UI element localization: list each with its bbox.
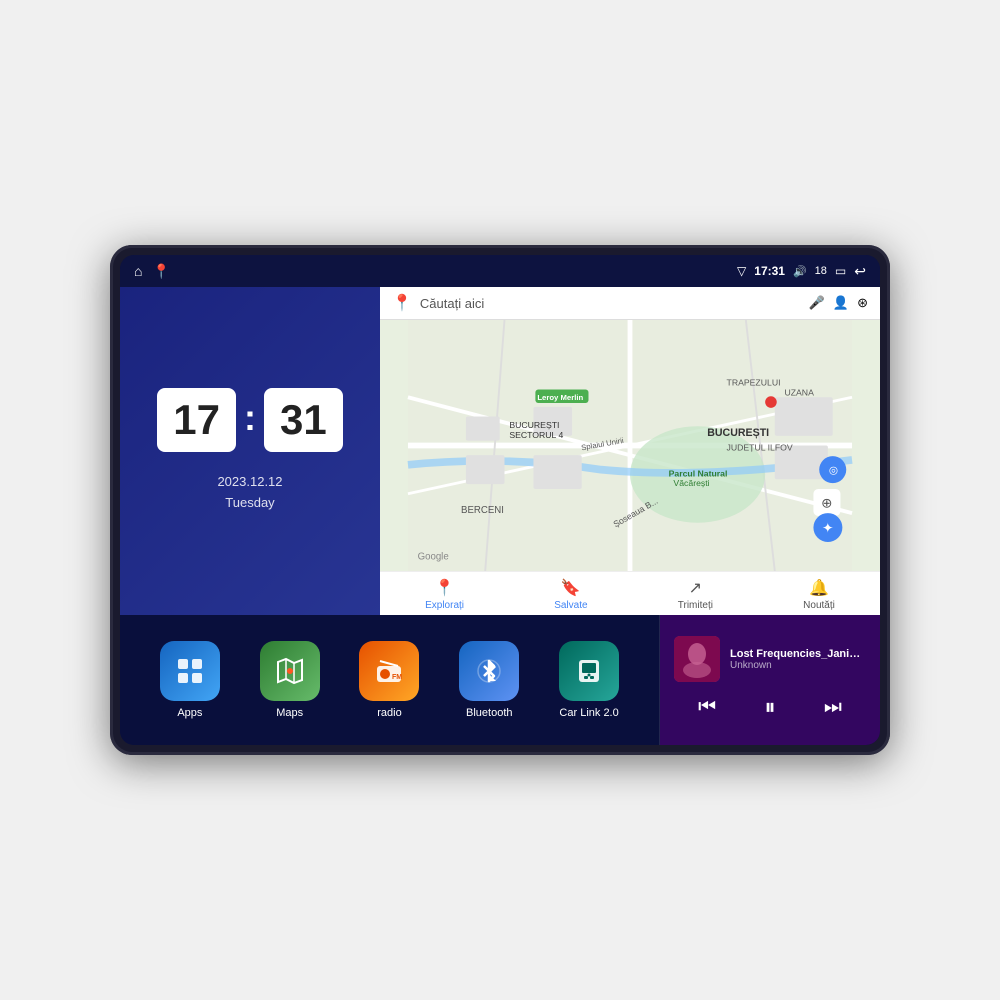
status-left: ⌂ 📍 [134,263,170,280]
svg-text:◎: ◎ [829,464,838,476]
carlink-label: Car Link 2.0 [559,707,618,719]
apps-icon-item[interactable]: Apps [160,641,220,719]
top-section: 17 : 31 2023.12.12 Tuesday [120,287,880,615]
map-search-placeholder[interactable]: Căutați aici [420,296,801,311]
svg-text:⊕: ⊕ [821,495,832,510]
map-search-icons: 🎤 👤 ⊛ [809,295,868,311]
battery-icon: ▭ [835,264,846,278]
apps-icon-bg [160,641,220,701]
svg-text:SECTORUL 4: SECTORUL 4 [509,430,563,440]
apps-label: Apps [177,707,202,719]
carlink-icon-item[interactable]: Car Link 2.0 [559,641,619,719]
svg-text:✦: ✦ [822,520,834,535]
status-right: ▽ 17:31 🔊 18 ▭ ↩ [737,263,866,280]
radio-icon-bg: FM [359,641,419,701]
volume-icon[interactable]: 🔊 [793,265,807,278]
explore-label: Explorați [425,600,464,611]
svg-text:Google: Google [418,551,449,562]
car-display-unit: ⌂ 📍 ▽ 17:31 🔊 18 ▭ ↩ [110,245,890,755]
map-search-pin-icon: 📍 [392,293,412,313]
map-widget[interactable]: 📍 Căutați aici 🎤 👤 ⊛ [380,287,880,615]
map-nav-share[interactable]: ↗ Trimiteți [678,578,713,611]
map-nav-news[interactable]: 🔔 Noutăți [803,578,835,611]
music-artist: Unknown [730,660,866,671]
music-title: Lost Frequencies_Janieck Devy-... [730,648,866,660]
map-nav-explore[interactable]: 📍 Explorați [425,578,464,611]
account-icon[interactable]: 👤 [833,295,849,311]
main-content: 17 : 31 2023.12.12 Tuesday [120,287,880,745]
status-bar: ⌂ 📍 ▽ 17:31 🔊 18 ▭ ↩ [120,255,880,287]
clock-hours: 17 [173,396,220,444]
map-body[interactable]: BUCUREȘTI JUDEȚUL ILFOV UZANA TRAPEZULUI… [380,320,880,571]
svg-text:BERCENI: BERCENI [461,505,504,516]
svg-text:BUCUREȘTI: BUCUREȘTI [707,427,769,439]
carlink-icon-bg [559,641,619,701]
signal-icon: ▽ [737,264,746,278]
radio-icon-item[interactable]: FM radio [359,641,419,719]
music-controls: ⏮ ⏸ ⏭ [674,690,866,724]
svg-text:UZANA: UZANA [784,387,814,397]
clock-display: 17 : 31 [157,388,342,452]
next-button[interactable]: ⏭ [816,692,850,723]
bluetooth-icon-item[interactable]: Bluetooth [459,641,519,719]
time-display: 17:31 [754,264,785,278]
clock-day-value: Tuesday [217,493,282,514]
news-label: Noutăți [803,600,835,611]
clock-minutes: 31 [280,396,327,444]
back-icon[interactable]: ↩ [854,263,866,280]
bottom-section: Apps Maps [120,615,880,745]
news-icon: 🔔 [809,578,829,598]
battery-level: 18 [815,265,827,277]
radio-label: radio [377,707,401,719]
bluetooth-label: Bluetooth [466,707,512,719]
clock-widget: 17 : 31 2023.12.12 Tuesday [120,287,380,615]
clock-date: 2023.12.12 Tuesday [217,472,282,514]
music-player: Lost Frequencies_Janieck Devy-... Unknow… [660,615,880,745]
clock-separator: : [244,397,256,439]
home-icon[interactable]: ⌂ [134,263,142,279]
bluetooth-icon-bg [459,641,519,701]
svg-text:FM: FM [392,674,402,681]
share-icon: ↗ [689,578,702,598]
clock-hours-block: 17 [157,388,236,452]
saved-icon: 🔖 [561,578,581,598]
svg-text:Parcul Natural: Parcul Natural [669,468,728,478]
maps-icon-bg [260,641,320,701]
svg-text:JUDEȚUL ILFOV: JUDEȚUL ILFOV [727,442,793,452]
music-info-row: Lost Frequencies_Janieck Devy-... Unknow… [674,636,866,682]
svg-text:BUCUREȘTI: BUCUREȘTI [509,420,559,430]
maps-icon-item[interactable]: Maps [260,641,320,719]
svg-text:Leroy Merlin: Leroy Merlin [537,393,583,402]
map-search-bar[interactable]: 📍 Căutați aici 🎤 👤 ⊛ [380,287,880,320]
svg-text:TRAPEZULUI: TRAPEZULUI [727,378,781,388]
layers-icon[interactable]: ⊛ [857,295,868,311]
map-nav-saved[interactable]: 🔖 Salvate [554,578,587,611]
svg-text:Văcărești: Văcărești [673,478,709,488]
play-pause-button[interactable]: ⏸ [756,690,783,724]
explore-icon: 📍 [435,578,455,598]
saved-label: Salvate [554,600,587,611]
maps-label: Maps [276,707,303,719]
prev-button[interactable]: ⏮ [690,692,724,723]
album-art [674,636,720,682]
app-icons-area: Apps Maps [120,615,659,745]
mic-icon[interactable]: 🎤 [809,295,825,311]
maps-status-icon[interactable]: 📍 [152,263,169,280]
screen: ⌂ 📍 ▽ 17:31 🔊 18 ▭ ↩ [120,255,880,745]
share-label: Trimiteți [678,600,713,611]
map-bottom-bar: 📍 Explorați 🔖 Salvate ↗ Trimiteți 🔔 [380,571,880,615]
music-text: Lost Frequencies_Janieck Devy-... Unknow… [730,648,866,671]
clock-date-value: 2023.12.12 [217,472,282,493]
clock-minutes-block: 31 [264,388,343,452]
